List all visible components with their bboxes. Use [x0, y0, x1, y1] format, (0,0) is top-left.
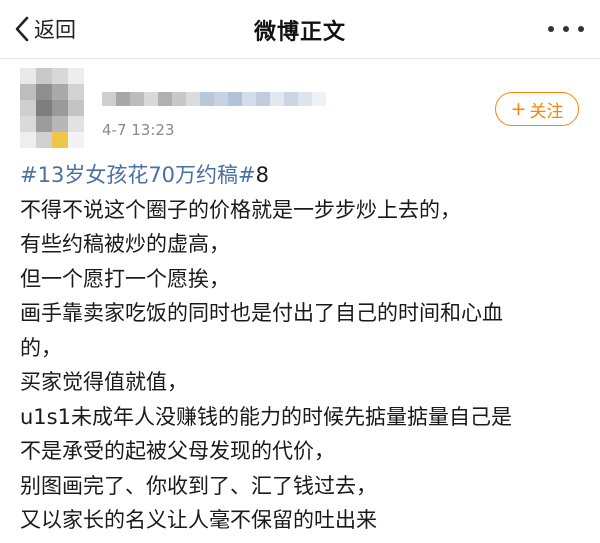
- post-line: 买家觉得值就值，: [20, 370, 188, 394]
- post-line: 不是承受的起被父母发现的代价，: [20, 439, 335, 463]
- post-line: 别图画完了、你收到了、汇了钱过去，: [20, 473, 377, 498]
- post-line: 的，: [20, 335, 62, 360]
- nav-bar: 返回 微博正文: [0, 0, 600, 59]
- post-line-hashtag: #13岁女孩花70万约稿#8: [20, 158, 590, 193]
- follow-button[interactable]: + 关注: [495, 92, 579, 126]
- plus-icon: +: [510, 97, 527, 120]
- post-content: #13岁女孩花70万约稿#8 不得不说这个圈子的价格就是一步步炒上去的， 有些约…: [20, 158, 590, 538]
- hashtag-suffix: 8: [255, 163, 270, 187]
- post-line: 又以家长的名义让人毫不保留的吐出来: [20, 508, 377, 532]
- username-redacted[interactable]: [102, 92, 326, 106]
- hashtag-link[interactable]: #13岁女孩花70万约稿#: [20, 163, 256, 187]
- post-line: 不得不说这个圈子的价格就是一步步炒上去的，: [20, 197, 461, 222]
- post-line: u1s1未成年人没赚钱的能力的时候先掂量掂量自己是: [20, 404, 512, 429]
- more-dots-icon[interactable]: [548, 20, 584, 38]
- follow-label: 关注: [529, 101, 564, 122]
- post-line: 画手靠卖家吃饭的同时也是付出了自己的时间和心血: [20, 301, 503, 325]
- page-title: 微博正文: [253, 20, 346, 45]
- post-time: 4-7 13:23: [102, 121, 175, 139]
- avatar[interactable]: [20, 68, 84, 148]
- post-line: 有些约稿被炒的虚高，: [20, 232, 230, 256]
- post-line: 但一个愿打一个愿挨，: [20, 266, 230, 291]
